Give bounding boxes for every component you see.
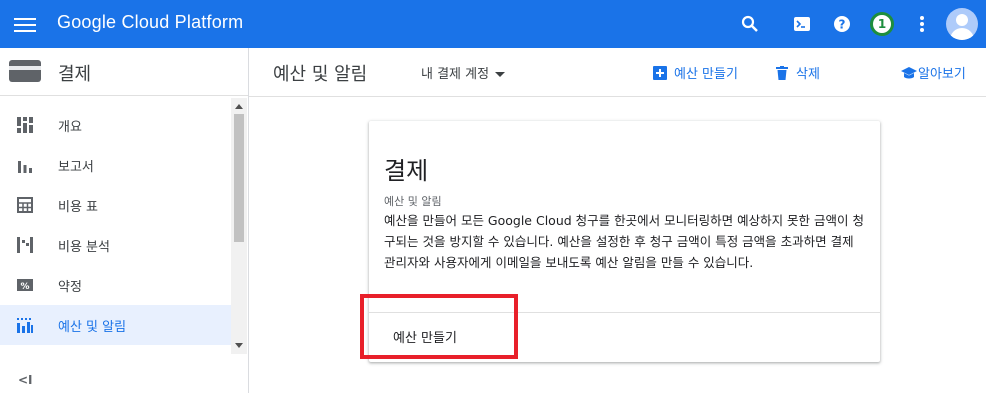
search-icon[interactable]: [738, 12, 762, 36]
add-box-icon: [653, 65, 667, 80]
sidebar-item-label: 개요: [58, 120, 82, 135]
top-app-bar: Google Cloud Platform ? 1: [0, 0, 986, 48]
learn-label: 알아보기: [918, 67, 966, 82]
chevron-down-icon: [495, 72, 506, 77]
sidebar-item-label: 비용 분석: [58, 240, 110, 255]
sidebar-item-label: 비용 표: [58, 200, 99, 215]
dashboard-icon: [17, 117, 33, 133]
sidebar-item-label: 보고서: [58, 160, 94, 175]
more-vert-icon[interactable]: [910, 12, 934, 36]
sidebar: 결제 개요 보고서 비용 표 비용 분석 % 약정 예산 및 알림 <I: [0, 48, 249, 393]
sidebar-item-overview[interactable]: 개요: [0, 105, 231, 145]
sidebar-item-budgets-alerts[interactable]: 예산 및 알림: [0, 305, 231, 345]
card-description: 예산을 만들어 모든 Google Cloud 청구를 한곳에서 모니터링하면 …: [384, 213, 864, 270]
billing-account-label: 내 결제 계정: [421, 67, 490, 82]
avatar[interactable]: [946, 8, 978, 40]
header-divider: [249, 96, 986, 97]
bar-chart-icon: [18, 161, 32, 173]
percent-icon: %: [17, 279, 33, 292]
cost-breakdown-icon: [17, 237, 33, 253]
delete-icon: [776, 65, 788, 80]
sidebar-item-cost-breakdown[interactable]: 비용 분석: [0, 225, 231, 265]
sidebar-item-commitments[interactable]: % 약정: [0, 265, 231, 305]
create-budget-label: 예산 만들기: [674, 67, 738, 82]
card-subtitle: 예산 및 알림: [384, 195, 442, 208]
sidebar-item-label: 약정: [58, 280, 82, 295]
learn-button[interactable]: 알아보기: [901, 63, 966, 82]
scroll-up-arrow-icon[interactable]: [235, 104, 243, 109]
brand-title[interactable]: Google Cloud Platform: [57, 12, 243, 33]
menu-icon[interactable]: [14, 14, 36, 34]
card-divider: [369, 312, 880, 313]
sidebar-scrollbar[interactable]: [231, 98, 247, 354]
budget-icon: [17, 318, 33, 333]
sidebar-item-reports[interactable]: 보고서: [0, 145, 231, 185]
delete-button[interactable]: 삭제: [775, 63, 820, 82]
collapse-sidebar-button[interactable]: <I: [18, 373, 33, 387]
empty-state-card: 결제 예산 및 알림 예산을 만들어 모든 Google Cloud 청구를 한…: [369, 121, 880, 362]
billing-card-icon: [9, 60, 41, 82]
help-icon[interactable]: ?: [830, 12, 854, 36]
create-budget-button[interactable]: 예산 만들기: [653, 63, 738, 82]
page-title: 예산 및 알림: [273, 64, 368, 85]
svg-text:%: %: [20, 282, 29, 292]
sidebar-nav: 개요 보고서 비용 표 비용 분석 % 약정 예산 및 알림: [0, 105, 231, 345]
scroll-down-arrow-icon[interactable]: [235, 343, 243, 348]
sidebar-title: 결제: [58, 64, 92, 85]
svg-text:?: ?: [839, 18, 846, 32]
notification-badge[interactable]: 1: [870, 12, 894, 36]
school-icon: [901, 66, 917, 78]
card-title: 결제: [384, 157, 429, 185]
cloud-shell-icon[interactable]: [790, 12, 814, 36]
billing-account-select[interactable]: 내 결제 계정: [421, 63, 506, 82]
sidebar-header: 결제: [0, 48, 248, 96]
table-icon: [17, 197, 33, 213]
sidebar-item-cost-table[interactable]: 비용 표: [0, 185, 231, 225]
card-create-budget-button[interactable]: 예산 만들기: [393, 327, 457, 346]
delete-label: 삭제: [796, 67, 820, 82]
scroll-thumb[interactable]: [234, 114, 244, 242]
sidebar-item-label: 예산 및 알림: [58, 320, 127, 335]
